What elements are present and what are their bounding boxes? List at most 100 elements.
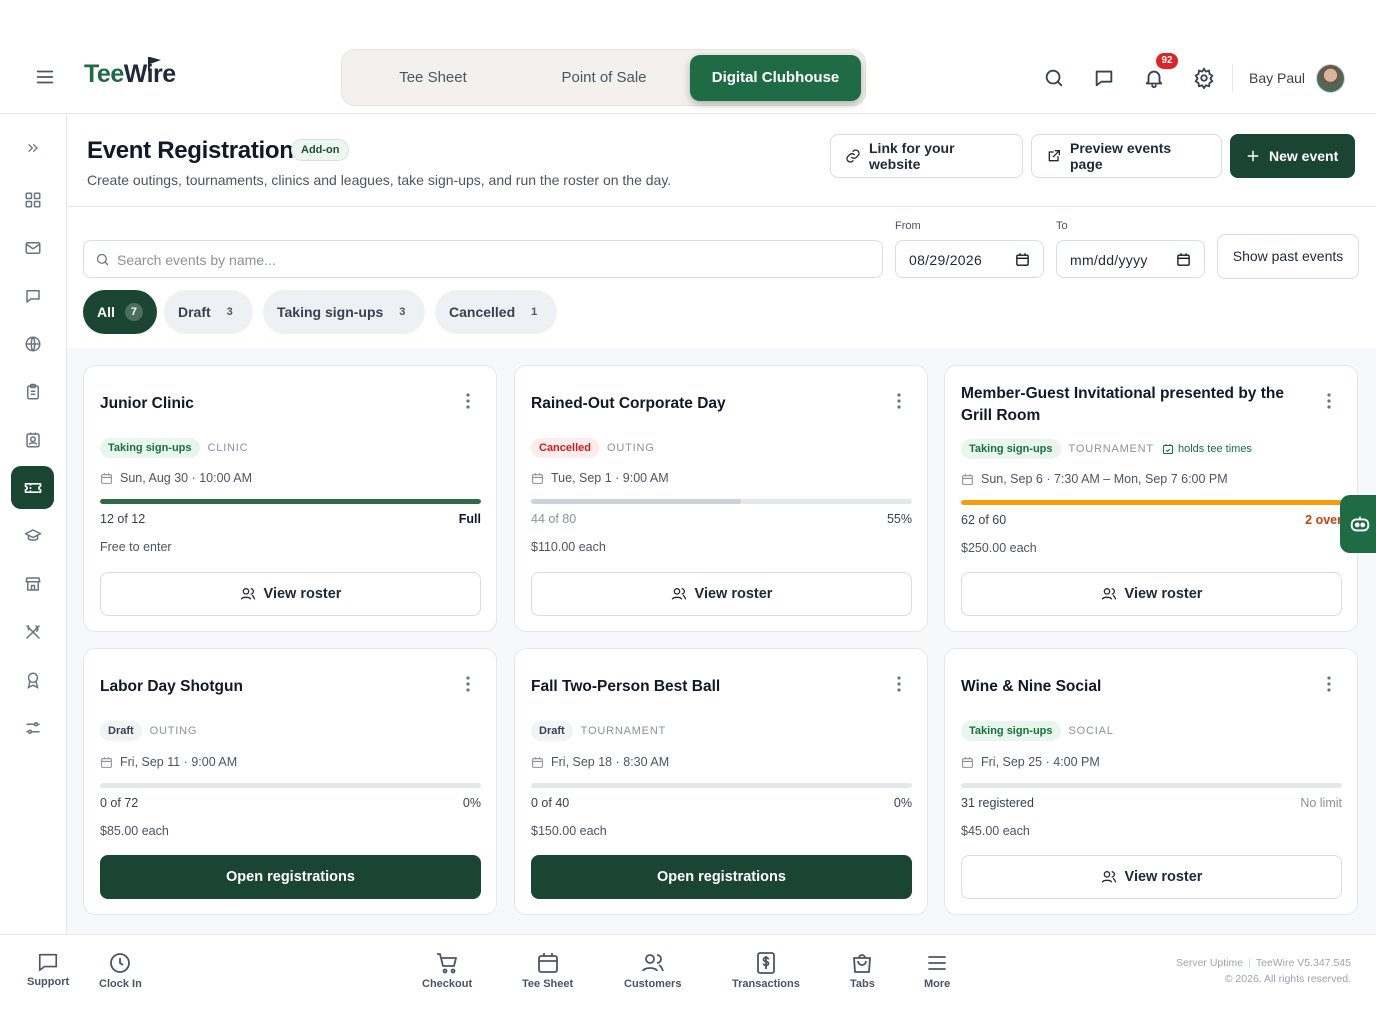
filter-chip-all[interactable]: All 7 (83, 290, 157, 334)
new-event-label: New event (1269, 148, 1339, 164)
ticket-icon[interactable] (11, 466, 54, 509)
page-title: Event Registration (87, 137, 294, 164)
footer-info: Server Uptime | TeeWire V5.347.545 © 2026.… (1176, 957, 1351, 985)
more-options-icon[interactable] (466, 676, 470, 692)
link-for-website-button[interactable]: Link for your website (830, 134, 1023, 178)
version-text: TeeWire V5.347.545 (1255, 957, 1351, 969)
footer-support[interactable]: Support (27, 951, 69, 988)
event-title[interactable]: Labor Day Shotgun (100, 676, 430, 698)
more-options-icon[interactable] (897, 393, 901, 409)
event-datetime: Sun, Sep 6 · 7:30 AM – Mon, Sep 7 6:00 P… (961, 472, 1228, 486)
more-options-icon[interactable] (1327, 676, 1331, 692)
to-date-input[interactable]: mm/dd/yyyy (1056, 240, 1205, 278)
event-type: TOURNAMENT (1068, 443, 1154, 455)
calendar-icon (531, 756, 544, 769)
teewire-logo[interactable]: TeeWire (84, 57, 176, 89)
capacity-bar-fill (100, 499, 481, 504)
footer-transactions[interactable]: Transactions (732, 951, 800, 990)
chip-count: 7 (124, 303, 143, 321)
store-icon[interactable] (11, 562, 54, 605)
footer-tabs[interactable]: Tabs (850, 951, 875, 990)
event-badges: Draft OUTING (100, 721, 197, 741)
event-title[interactable]: Wine & Nine Social (961, 676, 1291, 698)
more-options-icon[interactable] (1327, 393, 1331, 409)
event-type: OUTING (149, 725, 198, 737)
sidebar-expand-icon[interactable] (11, 126, 54, 169)
footer-more[interactable]: More (924, 951, 950, 990)
event-badges: Taking sign-ups TOURNAMENT holds tee tim… (961, 439, 1252, 459)
gear-icon[interactable] (1193, 67, 1215, 89)
nav-digital-clubhouse[interactable]: Digital Clubhouse (690, 55, 861, 101)
member-card-icon[interactable] (11, 418, 54, 461)
filter-chip-cancelled[interactable]: Cancelled 1 (435, 290, 558, 334)
view-roster-button[interactable]: View roster (961, 572, 1342, 616)
more-options-icon[interactable] (466, 393, 470, 409)
capacity-bar-fill (531, 499, 741, 504)
capacity-status: Full (458, 512, 481, 526)
event-datetime-text: Sun, Aug 30 · 10:00 AM (120, 471, 253, 485)
sliders-icon[interactable] (11, 706, 54, 749)
footer-label: Tabs (850, 978, 875, 990)
more-options-icon[interactable] (897, 676, 901, 692)
open-registrations-button[interactable]: Open registrations (531, 855, 912, 899)
app-switcher: Tee Sheet Point of Sale Digital Clubhous… (341, 49, 866, 106)
open-registrations-button[interactable]: Open registrations (100, 855, 481, 899)
user-name[interactable]: Bay Paul (1249, 70, 1305, 86)
filter-chip-taking-sign-ups[interactable]: Taking sign-ups 3 (263, 290, 426, 334)
assistant-bot-button[interactable] (1340, 495, 1376, 553)
preview-events-button[interactable]: Preview events page (1031, 134, 1222, 178)
calendar-check-icon (1162, 443, 1174, 455)
nav-point-of-sale[interactable]: Point of Sale (519, 55, 689, 101)
footer-customers[interactable]: Customers (624, 951, 681, 990)
event-datetime-text: Tue, Sep 1 · 9:00 AM (551, 471, 669, 485)
capacity-count: 0 of 72 (100, 796, 139, 810)
users-icon (641, 951, 665, 975)
graduation-cap-icon[interactable] (11, 514, 54, 557)
new-event-button[interactable]: New event (1230, 134, 1355, 178)
footer-clock-in[interactable]: Clock In (99, 951, 142, 990)
mail-icon[interactable] (11, 226, 54, 269)
menu-icon[interactable] (34, 66, 56, 88)
footer-label: Checkout (422, 978, 473, 990)
nav-tee-sheet[interactable]: Tee Sheet (348, 55, 518, 101)
calendar-icon (961, 473, 974, 486)
chat-icon[interactable] (1093, 67, 1115, 89)
clipboard-icon[interactable] (11, 370, 54, 413)
server-uptime-link[interactable]: Server Uptime (1176, 957, 1243, 969)
clock-icon (108, 951, 132, 975)
event-price: $110.00 each (531, 540, 606, 554)
footer-checkout[interactable]: Checkout (422, 951, 472, 990)
message-icon[interactable] (11, 274, 54, 317)
button-label: View roster (1124, 586, 1203, 602)
event-title[interactable]: Fall Two-Person Best Ball (531, 676, 861, 698)
search-icon (95, 252, 110, 267)
from-date-input[interactable]: 08/29/2026 (895, 240, 1044, 278)
status-badge: Taking sign-ups (961, 721, 1061, 741)
button-label: View roster (263, 586, 342, 602)
calendar-icon[interactable] (1176, 252, 1191, 267)
button-label: View roster (694, 586, 773, 602)
capacity-text: 44 of 80 55% (531, 512, 912, 526)
dashboard-icon[interactable] (11, 178, 54, 221)
search-input[interactable]: Search events by name... (83, 240, 883, 278)
user-avatar[interactable] (1316, 64, 1345, 93)
event-title[interactable]: Member-Guest Invitational presented by t… (961, 383, 1291, 427)
holds-tee-times-label: holds tee times (1177, 443, 1252, 455)
footer-tee-sheet[interactable]: Tee Sheet (522, 951, 573, 990)
view-roster-button[interactable]: View roster (961, 855, 1342, 899)
capacity-percent: 0% (462, 796, 481, 810)
show-past-events-button[interactable]: Show past events (1217, 234, 1359, 279)
event-price: $150.00 each (531, 824, 607, 838)
event-title[interactable]: Junior Clinic (100, 393, 430, 415)
view-roster-button[interactable]: View roster (100, 572, 481, 616)
bell-icon[interactable] (1143, 67, 1165, 89)
capacity-bar (531, 499, 912, 504)
event-title[interactable]: Rained-Out Corporate Day (531, 393, 861, 415)
award-icon[interactable] (11, 658, 54, 701)
view-roster-button[interactable]: View roster (531, 572, 912, 616)
calendar-icon[interactable] (1015, 252, 1030, 267)
filter-chip-draft[interactable]: Draft 3 (164, 290, 253, 334)
search-icon[interactable] (1043, 67, 1065, 89)
utensils-icon[interactable] (11, 610, 54, 653)
globe-icon[interactable] (11, 322, 54, 365)
